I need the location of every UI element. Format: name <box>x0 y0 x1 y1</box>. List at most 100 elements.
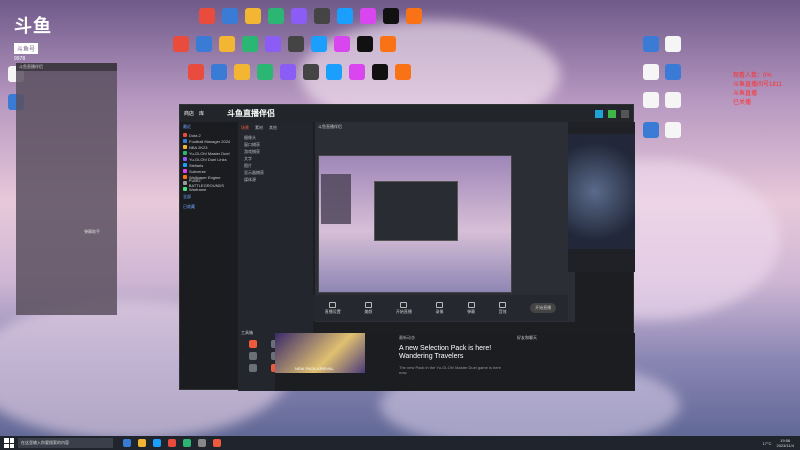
library-game-item[interactable]: PUBG: BATTLEGROUNDS <box>180 178 238 188</box>
desktop-app-icon[interactable] <box>216 36 238 52</box>
desktop-file-icon[interactable] <box>662 64 684 80</box>
desktop-app-icon[interactable] <box>288 8 310 24</box>
desktop-app-icon[interactable] <box>357 8 379 24</box>
game-icon <box>183 181 187 185</box>
tab-library[interactable]: 库 <box>199 110 204 117</box>
scene-source-item[interactable]: 窗口捕获 <box>238 141 313 148</box>
desktop-file-icon[interactable] <box>640 122 662 138</box>
desktop-app-icon[interactable] <box>403 8 425 24</box>
taskbar: 在这里输入你要搜索的内容 17°C 19:56 2023/11/4 <box>0 436 800 450</box>
system-tray: 17°C 19:56 2023/11/4 <box>762 438 794 448</box>
taskbar-app-icon[interactable] <box>183 439 191 447</box>
scene-source-item[interactable]: 显示器捕获 <box>238 169 313 176</box>
library-game-item[interactable]: Football Manager 2024 <box>180 138 238 144</box>
go-live-button[interactable]: 开始直播 <box>396 301 412 315</box>
close-icon[interactable] <box>621 109 629 118</box>
desktop-app-icon[interactable] <box>196 8 218 24</box>
desktop-app-icon[interactable] <box>254 64 276 80</box>
settings-button[interactable]: 直播设置 <box>325 301 341 315</box>
desktop-file-icon[interactable] <box>640 92 662 108</box>
desktop-file-icon[interactable] <box>640 64 662 80</box>
desktop-app-icon[interactable] <box>277 64 299 80</box>
library-game-item[interactable]: Yu-Gi-Oh! Master Duel <box>180 150 238 156</box>
app-brand: 斗鱼直播伴侣 <box>227 109 276 118</box>
news-card[interactable]: NEW PACK ARRIVAL 最新动态 A new Selection Pa… <box>275 333 635 391</box>
stream-stats: 观看人数：0% 斗鱼直播间号1811 斗鱼直播 已关播 <box>733 73 782 106</box>
tool-icon[interactable] <box>249 364 258 372</box>
tab-scene[interactable]: 场景 <box>241 125 249 131</box>
maximize-icon[interactable] <box>608 109 616 118</box>
scene-source-item[interactable]: 摄像头 <box>238 134 313 141</box>
overlay-panel[interactable]: 斗鱼直播伴侣 弹幕助手 <box>16 63 117 315</box>
taskbar-app-icon[interactable] <box>168 439 176 447</box>
live-button[interactable]: 开始直播 <box>530 303 557 313</box>
scene-source-item[interactable]: 图片 <box>238 162 313 169</box>
desktop-app-icon[interactable] <box>369 64 391 80</box>
control-bar: 直播设置 美颜 开始直播 录像 弹幕 音效 开始直播 <box>313 295 568 321</box>
desktop-app-icon[interactable] <box>334 8 356 24</box>
stream-preview[interactable] <box>318 155 512 293</box>
library-sidebar: 最近 Dota 2 Football Manager 2024 NBA 2K23 Yu… <box>180 122 238 389</box>
taskbar-app-icon[interactable] <box>123 439 131 447</box>
taskbar-app-icon[interactable] <box>213 439 221 447</box>
game-icon <box>183 169 187 173</box>
taskbar-app-icon[interactable] <box>198 439 206 447</box>
desktop-app-icon[interactable] <box>193 36 215 52</box>
desktop-app-icon[interactable] <box>323 64 345 80</box>
game-icon <box>183 187 187 191</box>
news-thumbnail: NEW PACK ARRIVAL <box>275 333 365 373</box>
desktop-app-icon[interactable] <box>208 64 230 80</box>
scene-source-item[interactable]: 文字 <box>238 155 313 162</box>
desktop-app-icon[interactable] <box>265 8 287 24</box>
taskbar-search[interactable]: 在这里输入你要搜索的内容 <box>18 438 113 448</box>
game-icon <box>183 151 187 155</box>
game-icon <box>183 139 187 143</box>
scene-source-item[interactable]: 媒体源 <box>238 176 313 183</box>
desktop-app-icon[interactable] <box>392 64 414 80</box>
desktop-app-icon[interactable] <box>308 36 330 52</box>
beauty-button[interactable]: 美颜 <box>364 301 372 315</box>
minimize-icon[interactable] <box>595 109 603 118</box>
steam-window[interactable]: 商店 库 斗鱼直播伴侣 最近 Dota 2 Football Manager 20… <box>179 104 635 391</box>
tab-assets[interactable]: 素材 <box>255 125 263 131</box>
desktop-app-icon[interactable] <box>285 36 307 52</box>
scene-source-item[interactable]: 游戏捕获 <box>238 148 313 155</box>
sound-button[interactable]: 音效 <box>499 301 507 315</box>
desktop-file-icon[interactable] <box>662 36 684 52</box>
desktop-app-icon[interactable] <box>311 8 333 24</box>
danmaku-button[interactable]: 弹幕 <box>467 301 475 315</box>
desktop-app-icon[interactable] <box>346 64 368 80</box>
desktop-file-icon[interactable] <box>640 36 662 52</box>
desktop-app-icon[interactable] <box>354 36 376 52</box>
start-icon[interactable] <box>4 438 14 448</box>
game-icon <box>183 145 187 149</box>
desktop-app-icon[interactable] <box>300 64 322 80</box>
game-icon <box>183 175 187 179</box>
record-button[interactable]: 录像 <box>435 301 443 315</box>
tab-other[interactable]: 其他 <box>269 125 277 131</box>
desktop-app-icon[interactable] <box>219 8 241 24</box>
desktop-app-icon[interactable] <box>239 36 261 52</box>
game-icon <box>183 163 187 167</box>
douyu-logo: 斗鱼 斗鱼号 9978 <box>14 16 52 62</box>
desktop-app-icon[interactable] <box>380 8 402 24</box>
desktop-file-icon[interactable] <box>662 122 684 138</box>
desktop-file-icon[interactable] <box>662 92 684 108</box>
friends-label[interactable]: 好友和聊天 <box>517 335 537 341</box>
game-icon <box>183 133 187 137</box>
tool-icon[interactable] <box>249 352 258 360</box>
desktop-app-icon[interactable] <box>170 36 192 52</box>
tool-icon[interactable] <box>249 340 258 348</box>
tab-store[interactable]: 商店 <box>184 110 194 117</box>
game-art-panel <box>568 122 635 272</box>
scene-panel: 场景 素材 其他 摄像头 窗口捕获 游戏捕获 文字 图片 显示器捕获 媒体源 <box>238 122 313 333</box>
desktop-app-icon[interactable] <box>331 36 353 52</box>
desktop-app-icon[interactable] <box>242 8 264 24</box>
taskbar-app-icon[interactable] <box>153 439 161 447</box>
taskbar-app-icon[interactable] <box>138 439 146 447</box>
desktop-app-icon[interactable] <box>262 36 284 52</box>
desktop-app-icon[interactable] <box>377 36 399 52</box>
preview-stage: 斗鱼直播伴侣 <box>315 122 575 322</box>
desktop-app-icon[interactable] <box>185 64 207 80</box>
desktop-app-icon[interactable] <box>231 64 253 80</box>
